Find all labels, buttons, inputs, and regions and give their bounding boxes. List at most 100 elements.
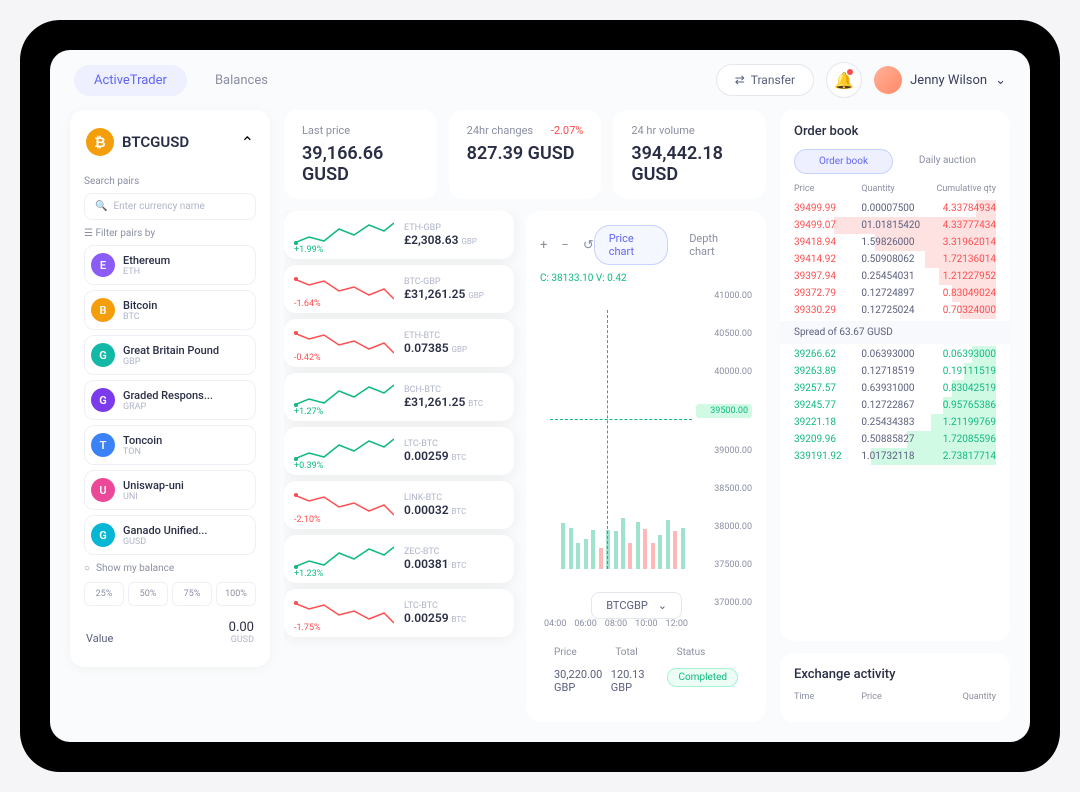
transfer-label: Transfer	[751, 73, 795, 87]
spark-card[interactable]: -0.42% ETH-BTC0.07385 GBP	[284, 319, 514, 367]
ask-row[interactable]: 39372.790.127248970.83049024	[794, 285, 996, 302]
bid-row[interactable]: 339191.921.017321182.73817714	[794, 448, 996, 465]
volume-bar	[591, 530, 595, 569]
coin-icon: G	[91, 523, 115, 547]
show-balance-toggle[interactable]: ○ Show my balance	[84, 563, 256, 574]
main-tabs: ActiveTrader Balances	[74, 65, 288, 96]
coin-item-grap[interactable]: G Graded Respons...GRAP	[84, 380, 256, 420]
spark-card[interactable]: +0.39% LTC-BTC0.00259 BTC	[284, 427, 514, 475]
ob-th-qty: Quantity	[861, 184, 928, 194]
bid-row[interactable]: 39209.960.508858271.72085596	[794, 431, 996, 448]
pair-selector[interactable]: ₿ BTCGUSD ⌃	[84, 124, 256, 168]
coin-item-eth[interactable]: E EthereumETH	[84, 245, 256, 285]
transfer-icon: ⇄	[735, 73, 745, 87]
value-row: Value 0.00 GUSD	[84, 612, 256, 653]
th-status: Status	[677, 647, 738, 658]
coin-item-ton[interactable]: T ToncoinTON	[84, 425, 256, 465]
value-currency: GUSD	[229, 635, 254, 645]
exchange-panel: Exchange activity Time Price Quantity	[780, 653, 1010, 722]
pct-button[interactable]: 50%	[128, 582, 168, 606]
volume-bar	[584, 539, 588, 569]
status-badge: Completed	[667, 668, 738, 687]
volume-bar	[576, 543, 580, 569]
search-label: Search pairs	[84, 176, 256, 187]
ask-row[interactable]: 39499.990.000075004.33784934	[794, 200, 996, 217]
pair-dropdown[interactable]: BTCGBP⌄	[591, 592, 682, 619]
ex-th-qty: Quantity	[929, 692, 996, 702]
volume-bar	[561, 523, 565, 569]
volume-bar	[621, 518, 625, 569]
spread-row: Spread of 63.67 GUSD	[780, 321, 1010, 344]
value-label: Value	[86, 632, 113, 645]
ask-row[interactable]: 39499.0701.018154204.33777434	[794, 217, 996, 234]
filter-label: ☰ Filter pairs by	[84, 228, 256, 239]
th-price: Price	[554, 647, 615, 658]
volume-bar	[569, 528, 573, 569]
zoom-out-button[interactable]: −	[561, 238, 568, 253]
bitcoin-icon: ₿	[86, 128, 114, 156]
pct-button[interactable]: 25%	[84, 582, 124, 606]
coin-list: E EthereumETH B BitcoinBTC G Great Brita…	[84, 245, 256, 555]
price-chart[interactable]: 41000.0040500.0040000.0039500.0039000.00…	[540, 290, 752, 629]
bid-row[interactable]: 39263.890.127185190.19111519	[794, 363, 996, 380]
bid-row[interactable]: 39266.620.063930000.06393000	[794, 346, 996, 363]
tab-order-book[interactable]: Order book	[794, 149, 893, 174]
reset-button[interactable]: ↺	[583, 238, 594, 253]
sparkline: -0.42%	[294, 327, 394, 359]
stat-last-price: Last price 39,166.66 GUSD	[284, 110, 437, 199]
tab-depth-chart[interactable]: Depth chart	[674, 225, 752, 265]
bid-row[interactable]: 39257.570.639310000.83042519	[794, 380, 996, 397]
value-amount: 0.00	[229, 620, 254, 635]
sparkline: +1.99%	[294, 219, 394, 251]
coin-icon: G	[91, 343, 115, 367]
spark-card[interactable]: -1.75% LTC-BTC0.00259 BTC	[284, 589, 514, 637]
ask-row[interactable]: 39414.920.509080621.72136014	[794, 251, 996, 268]
ex-th-time: Time	[794, 692, 861, 702]
coin-icon: T	[91, 433, 115, 457]
th-total: Total	[615, 647, 676, 658]
sparkline: -2.10%	[294, 489, 394, 521]
spark-card[interactable]: -1.64% BTC-GBP£31,261.25 GBP	[284, 265, 514, 313]
coin-item-gusd[interactable]: G Ganado Unified...GUSD	[84, 515, 256, 555]
volume-bar	[636, 522, 640, 569]
notifications-button[interactable]: 🔔	[826, 62, 862, 98]
ask-row[interactable]: 39397.940.254540311.21227952	[794, 268, 996, 285]
spark-card[interactable]: +1.23% ZEC-BTC0.00381 BTC	[284, 535, 514, 583]
bid-row[interactable]: 39245.770.127228670.95765386	[794, 397, 996, 414]
transfer-button[interactable]: ⇄ Transfer	[716, 64, 814, 96]
sparkline: -1.75%	[294, 597, 394, 629]
zoom-in-button[interactable]: +	[540, 238, 547, 253]
volume-bar	[681, 528, 685, 569]
ask-row[interactable]: 39418.941.598260003.31962014	[794, 234, 996, 251]
pct-button[interactable]: 75%	[172, 582, 212, 606]
spark-card[interactable]: -2.10% LINK-BTC0.00032 BTC	[284, 481, 514, 529]
coin-item-btc[interactable]: B BitcoinBTC	[84, 290, 256, 330]
filter-icon: ☰	[84, 228, 95, 239]
exchange-title: Exchange activity	[794, 667, 996, 682]
sparkline: -1.64%	[294, 273, 394, 305]
volume-bar	[658, 535, 662, 569]
chevron-up-icon: ⌃	[241, 133, 254, 152]
tab-balances[interactable]: Balances	[195, 65, 288, 96]
bid-row[interactable]: 39221.180.254343831.21199769	[794, 414, 996, 431]
volume-bar	[606, 530, 610, 569]
spark-card[interactable]: +1.99% ETH-GBP£2,308.63 GBP	[284, 211, 514, 259]
coin-item-uni[interactable]: U Uniswap-uniUNI	[84, 470, 256, 510]
stat-volume: 24 hr volume 394,442.18 GUSD	[613, 110, 766, 199]
user-menu[interactable]: Jenny Wilson ⌄	[874, 66, 1006, 94]
chart-controls: + − ↺	[540, 238, 594, 253]
coin-icon: U	[91, 478, 115, 502]
crosshair-h	[550, 419, 692, 420]
chart-area: + − ↺ Price chart Depth chart C: 38133.1…	[526, 211, 766, 722]
tab-daily-auction[interactable]: Daily auction	[899, 149, 996, 174]
ask-row[interactable]: 39330.290.127250240.70324000	[794, 302, 996, 319]
show-balance-label: Show my balance	[96, 563, 174, 574]
pct-button[interactable]: 100%	[216, 582, 256, 606]
spark-card[interactable]: +1.27% BCH-BTC£31,261.25 BTC	[284, 373, 514, 421]
search-input[interactable]: 🔍 Enter currency name	[84, 193, 256, 220]
coin-item-gbp[interactable]: G Great Britain PoundGBP	[84, 335, 256, 375]
tab-price-chart[interactable]: Price chart	[594, 225, 668, 265]
tab-activetrader[interactable]: ActiveTrader	[74, 65, 187, 96]
orderbook-title: Order book	[794, 124, 996, 139]
y-axis: 41000.0040500.0040000.0039500.0039000.00…	[696, 290, 752, 609]
